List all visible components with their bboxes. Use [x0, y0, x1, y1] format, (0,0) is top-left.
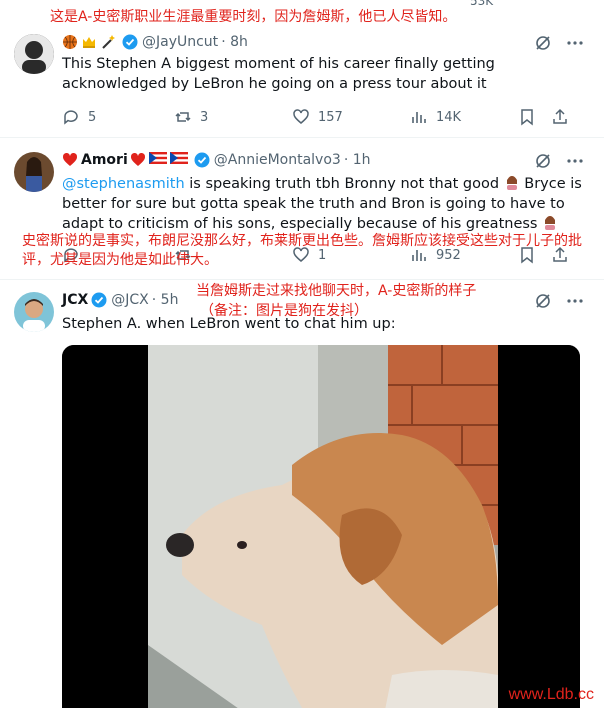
tweet-handle[interactable]: @JayUncut	[142, 34, 218, 50]
tweet-header-actions	[534, 292, 584, 310]
tweet-media-video[interactable]	[62, 345, 580, 708]
grok-icon[interactable]	[534, 34, 552, 52]
repost-count: 3	[200, 109, 209, 125]
like-button[interactable]: 157	[292, 108, 410, 126]
more-options-icon[interactable]	[566, 34, 584, 52]
more-options-icon[interactable]	[566, 292, 584, 310]
red-heart-icon	[130, 152, 146, 168]
avatar[interactable]	[14, 292, 54, 332]
bookmark-icon[interactable]	[518, 108, 536, 126]
woman-emoji-icon	[542, 214, 558, 230]
tweet-header-actions	[534, 152, 584, 170]
repost-icon	[175, 112, 191, 122]
tweet-time[interactable]: · 5h	[152, 292, 179, 308]
heart-icon	[293, 109, 309, 124]
tweet-text-part: is speaking truth tbh Bronny not that go…	[184, 176, 504, 192]
tweet-handle[interactable]: @AnnieMontalvo3	[214, 152, 341, 168]
tweet-text: This Stephen A biggest moment of his car…	[62, 56, 495, 92]
reply-icon	[64, 110, 78, 125]
reply-count: 5	[88, 109, 97, 125]
watermark: www.Ldb.cc	[508, 686, 594, 703]
red-heart-icon	[62, 152, 78, 168]
more-options-icon[interactable]	[566, 152, 584, 170]
mention-link[interactable]: @stephenasmith	[62, 176, 185, 192]
tweet-handle[interactable]: @JCX	[111, 292, 149, 308]
views-icon	[412, 112, 426, 123]
tweet-display-name[interactable]: Amori	[81, 152, 128, 168]
avatar[interactable]	[14, 34, 54, 74]
verified-badge-icon	[194, 152, 210, 168]
tweet-actions: 5 3 157 14K	[62, 108, 587, 126]
verified-badge-icon	[91, 292, 107, 308]
views-button[interactable]: 14K	[410, 108, 518, 126]
translation-annotation: 史密斯说的是事实，布朗尼没那么好，布莱斯更出色些。詹姆斯应该接受这些对于儿子的批…	[22, 233, 582, 268]
puerto-rico-flag-icon	[148, 152, 167, 168]
tweet-jayuncut[interactable]: @JayUncut · 8h This Stephen A biggest mo…	[0, 26, 604, 138]
woman-emoji-icon	[504, 174, 520, 190]
partial-view-count: 53K	[470, 0, 494, 8]
translation-annotation-line2: （备注：图片是狗在发抖）	[200, 303, 368, 319]
translation-annotation-line1: 当詹姆斯走过来找他聊天时，A-史密斯的样子	[196, 283, 477, 299]
puerto-rico-flag-icon	[169, 152, 188, 168]
reply-button[interactable]: 5	[62, 108, 174, 126]
top-annotation: 这是A-史密斯职业生涯最重要时刻，因为詹姆斯，他已人尽皆知。	[50, 9, 457, 25]
verified-badge-icon	[122, 34, 138, 50]
tweet-header: @JayUncut · 8h	[62, 34, 248, 50]
avatar[interactable]	[14, 152, 54, 192]
views-count: 14K	[436, 109, 462, 125]
like-count: 157	[318, 109, 343, 125]
tweet-time[interactable]: · 8h	[221, 34, 248, 50]
crown-icon	[81, 34, 97, 50]
tweet-header: Amori @AnnieMontalvo3 · 1h	[62, 152, 371, 168]
magic-wand-icon	[100, 34, 116, 50]
tweet-text: @stephenasmith is speaking truth tbh Bro…	[62, 174, 582, 234]
tweet-header-actions	[534, 34, 584, 52]
tweet-display-name[interactable]: JCX	[62, 292, 88, 308]
tweet-header: JCX @JCX · 5h	[62, 292, 178, 308]
repost-button[interactable]: 3	[174, 108, 292, 126]
share-icon[interactable]	[551, 108, 569, 126]
tweet-time[interactable]: · 1h	[344, 152, 371, 168]
basketball-icon	[62, 34, 78, 50]
grok-icon[interactable]	[534, 152, 552, 170]
grok-icon[interactable]	[534, 292, 552, 310]
dog-video-frame	[62, 345, 580, 708]
